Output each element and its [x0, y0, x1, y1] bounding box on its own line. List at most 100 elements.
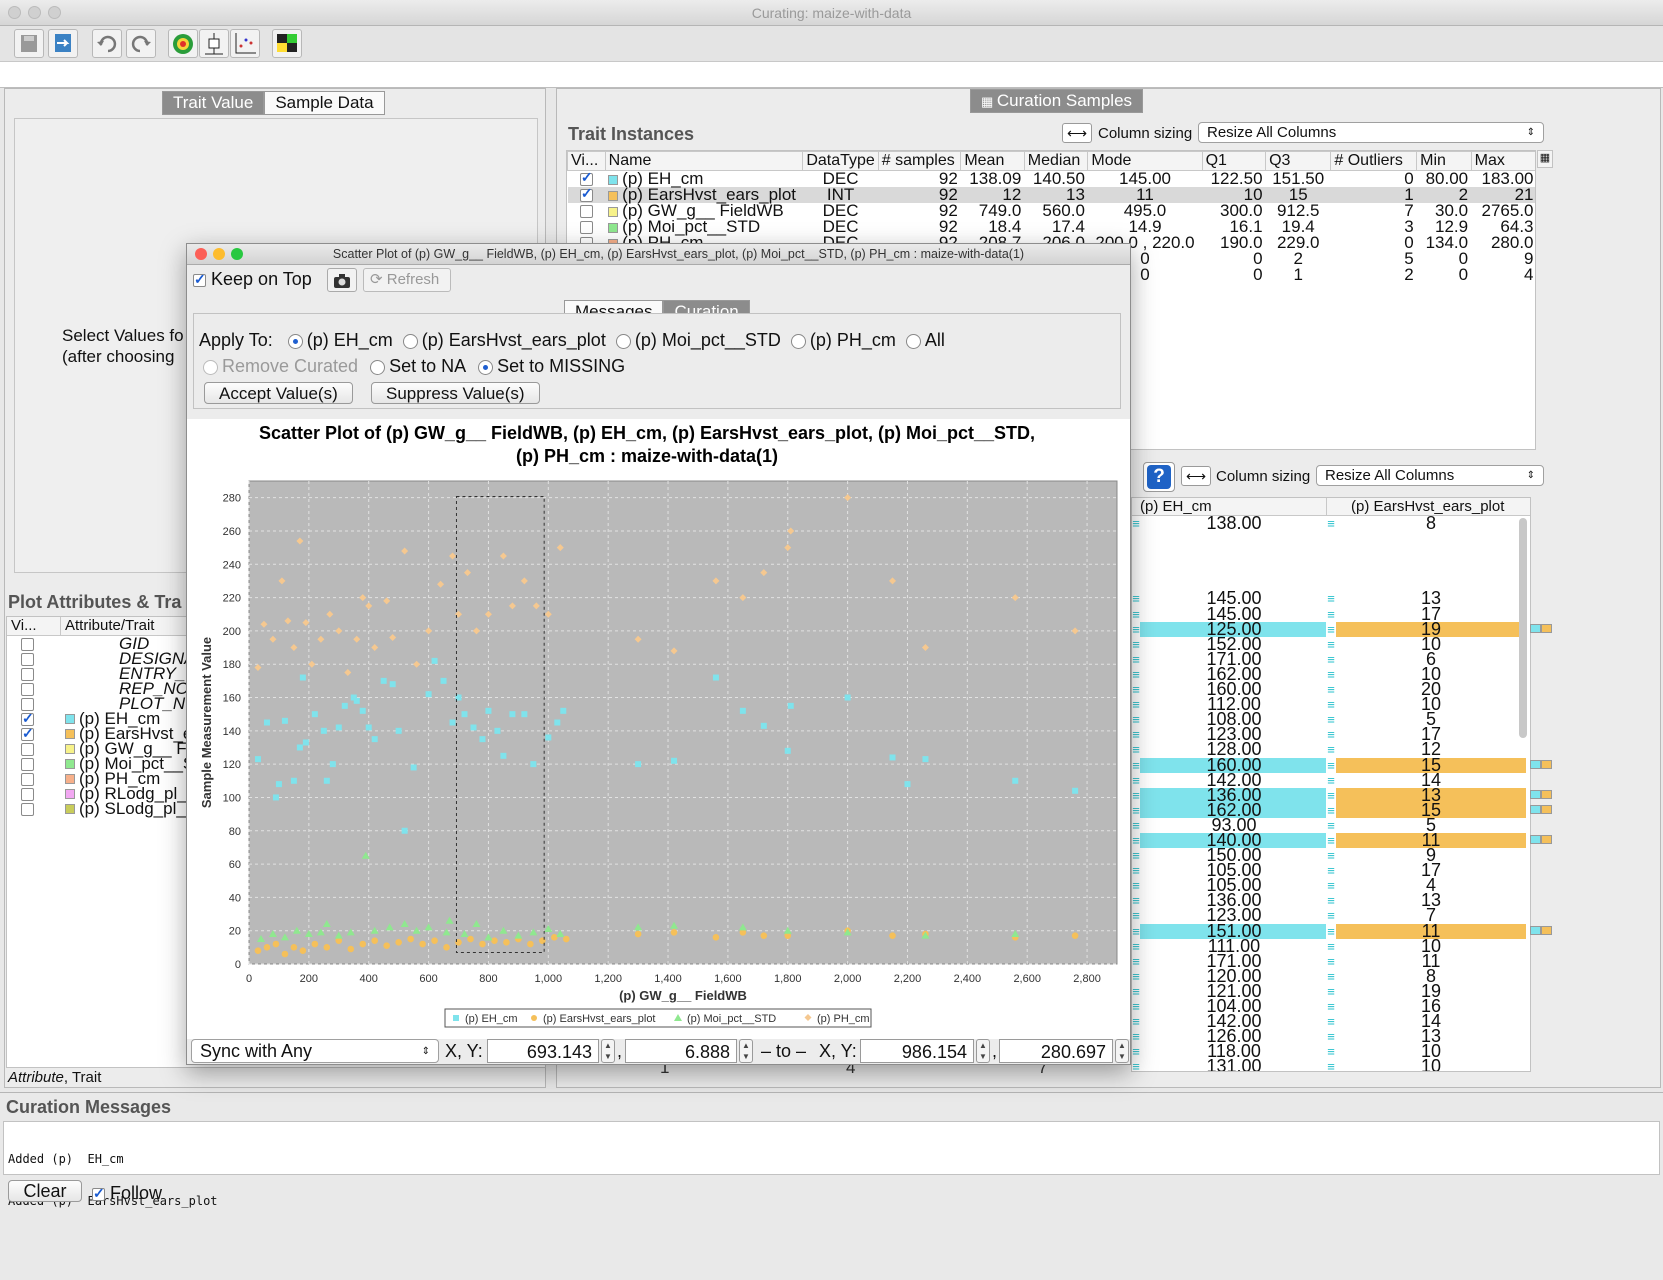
data-point[interactable] — [296, 744, 303, 751]
data-point[interactable] — [530, 761, 537, 768]
minimize-window-button[interactable] — [28, 6, 41, 19]
data-point[interactable] — [440, 677, 447, 684]
earshvst-cell[interactable]: 8 — [1336, 514, 1526, 532]
data-point[interactable] — [371, 736, 378, 743]
follow-checkbox[interactable] — [92, 1185, 105, 1202]
column-header[interactable]: Median — [1023, 151, 1089, 171]
data-point[interactable] — [431, 937, 438, 944]
data-point[interactable] — [1012, 777, 1019, 784]
sample-row[interactable]: ≡ 136.00 ≡ 13 — [1132, 786, 1530, 804]
outlier-marker[interactable] — [1530, 835, 1552, 845]
data-point[interactable] — [401, 827, 408, 834]
suppress-values-button[interactable]: Suppress Value(s) — [371, 382, 540, 404]
data-point[interactable] — [739, 707, 746, 714]
sample-row[interactable] — [1132, 576, 1530, 591]
sample-row[interactable]: ≡ 160.00 ≡ 20 — [1132, 680, 1530, 698]
data-point[interactable] — [359, 707, 366, 714]
col-visible[interactable]: Vi... — [7, 617, 61, 635]
outlier-marker[interactable] — [1530, 789, 1552, 799]
data-point[interactable] — [371, 937, 379, 944]
column-header[interactable]: # Outliers — [1330, 151, 1418, 171]
data-point[interactable] — [290, 777, 297, 784]
earshvst-cell[interactable]: 10 — [1336, 1057, 1526, 1071]
data-point[interactable] — [671, 757, 678, 764]
data-point[interactable] — [844, 694, 851, 701]
scatter-close-button[interactable] — [195, 248, 207, 260]
sample-row[interactable]: ≡ 162.00 ≡ 10 — [1132, 665, 1530, 683]
sample-row[interactable]: ≡ 123.00 ≡ 7 — [1132, 906, 1530, 924]
scatter-plot-button[interactable] — [230, 29, 260, 58]
sample-row[interactable]: ≡ 120.00 ≡ 8 — [1132, 967, 1530, 985]
clear-button[interactable]: Clear — [8, 1180, 82, 1202]
samples-column-sizing-select[interactable]: Resize All Columns ⇕ — [1316, 465, 1544, 486]
sample-row[interactable]: ≡ 118.00 ≡ 10 — [1132, 1042, 1530, 1060]
data-point[interactable] — [503, 939, 510, 946]
redo-button[interactable] — [126, 29, 156, 58]
data-point[interactable] — [320, 727, 327, 734]
sample-row[interactable]: ≡ 138.00 ≡ 8 — [1132, 514, 1530, 532]
samples-column-sizing-button[interactable]: ⟷ — [1181, 466, 1211, 486]
y2-field[interactable]: 280.697 — [999, 1039, 1113, 1063]
data-point[interactable] — [290, 944, 298, 951]
data-point[interactable] — [1071, 932, 1079, 939]
outlier-marker[interactable] — [1530, 623, 1552, 633]
data-point[interactable] — [560, 707, 567, 714]
apply-to-option[interactable]: (p) EH_cm — [287, 330, 393, 350]
column-chooser-button[interactable]: ▦ — [1537, 150, 1553, 168]
sample-row[interactable]: ≡ 142.00 ≡ 14 — [1132, 1012, 1530, 1030]
data-point[interactable] — [554, 719, 561, 726]
snapshot-button[interactable] — [327, 268, 357, 292]
apply-to-option[interactable]: (p) Moi_pct__STD — [615, 330, 781, 350]
x1-stepper[interactable]: ▲ ▼ — [601, 1039, 615, 1063]
data-point[interactable] — [461, 711, 468, 718]
sample-row[interactable]: ≡ 151.00 ≡ 11 — [1132, 921, 1530, 940]
data-point[interactable] — [311, 711, 318, 718]
data-point[interactable] — [470, 724, 477, 731]
earshvst-cell[interactable] — [1336, 546, 1526, 561]
x2-field[interactable]: 986.154 — [860, 1039, 974, 1063]
action-radio[interactable] — [370, 359, 386, 375]
data-point[interactable] — [281, 950, 289, 958]
data-point[interactable] — [395, 939, 402, 946]
data-point[interactable] — [263, 944, 271, 951]
data-point[interactable] — [254, 947, 262, 954]
data-point[interactable] — [311, 940, 319, 948]
data-point[interactable] — [443, 944, 450, 951]
samples-scrollbar[interactable] — [1519, 518, 1527, 738]
sample-row[interactable]: ≡ 112.00 ≡ 10 — [1132, 695, 1530, 713]
apply-to-radio[interactable] — [790, 333, 806, 349]
attribute-visible-checkbox[interactable] — [21, 772, 34, 786]
data-point[interactable] — [787, 702, 794, 709]
apply-to-option[interactable]: All — [905, 330, 945, 350]
data-point[interactable] — [299, 947, 307, 954]
data-point[interactable] — [527, 940, 534, 948]
trait-visible-checkbox[interactable] — [579, 186, 593, 202]
data-point[interactable] — [299, 674, 306, 681]
column-sizing-select[interactable]: Resize All Columns ⇕ — [1198, 122, 1544, 143]
data-point[interactable] — [425, 691, 432, 698]
action-option[interactable]: Set to MISSING — [478, 356, 625, 376]
data-point[interactable] — [485, 707, 492, 714]
sample-row[interactable]: ≡ 108.00 ≡ 5 — [1132, 710, 1530, 728]
data-point[interactable] — [254, 756, 261, 763]
sample-row[interactable]: ≡ 140.00 ≡ 11 — [1132, 831, 1530, 849]
data-point[interactable] — [395, 727, 402, 734]
trait-visible-cell[interactable] — [568, 219, 606, 235]
eh-cm-cell[interactable] — [1140, 546, 1326, 561]
apply-to-option[interactable]: (p) PH_cm — [790, 330, 896, 350]
sample-row[interactable]: ≡ 123.00 ≡ 17 — [1132, 725, 1530, 743]
data-point[interactable] — [479, 736, 486, 743]
x1-field[interactable]: 693.143 — [487, 1039, 599, 1063]
zoom-window-button[interactable] — [48, 6, 61, 19]
trait-visible-cell[interactable] — [568, 203, 606, 219]
column-header[interactable]: Min — [1416, 151, 1472, 171]
earshvst-cell[interactable] — [1336, 531, 1526, 546]
data-point[interactable] — [323, 944, 331, 951]
col-attribute-trait[interactable]: Attribute/Trait — [61, 617, 154, 635]
trait-visible-cell[interactable] — [568, 186, 606, 203]
column-header[interactable]: Mean — [960, 151, 1025, 171]
data-point[interactable] — [335, 724, 342, 731]
help-button[interactable]: ? — [1143, 462, 1175, 492]
data-point[interactable] — [500, 752, 507, 759]
column-header[interactable]: Vi... — [567, 151, 606, 171]
